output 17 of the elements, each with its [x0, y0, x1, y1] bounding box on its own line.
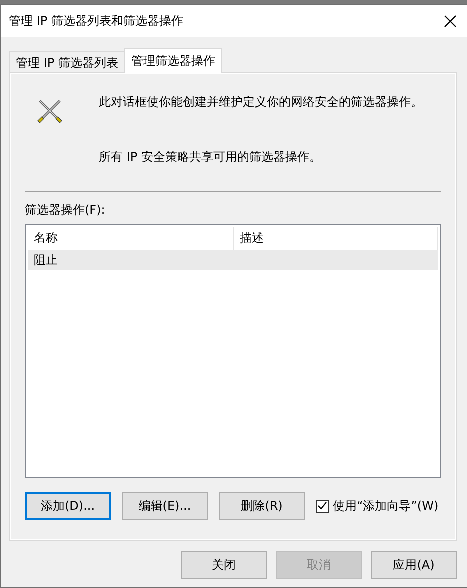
action-button[interactable]: 删除(R) [219, 492, 305, 520]
action-button[interactable]: 编辑(E)... [122, 492, 208, 520]
action-button[interactable]: 添加(D)... [25, 492, 111, 520]
window-title: 管理 IP 筛选器列表和筛选器操作 [9, 12, 184, 30]
tab[interactable]: 管理 IP 筛选器列表 [9, 51, 126, 72]
checkbox[interactable] [316, 500, 329, 512]
close-icon[interactable] [444, 14, 457, 28]
dialog-button[interactable]: 关闭 [181, 551, 267, 579]
dialog-button[interactable]: 应用(A) [371, 551, 457, 579]
tab[interactable]: 管理筛选器操作 [124, 48, 222, 73]
list-label: 筛选器操作(F): [25, 202, 106, 219]
list-row[interactable]: 阻止 [28, 250, 438, 270]
checkbox-label[interactable]: 使用“添加向导”(W) [333, 498, 439, 514]
table-cell: 阻止 [34, 252, 58, 268]
crossed-swords-icon [37, 98, 63, 124]
description-text: 所有 IP 安全策略共享可用的筛选器操作。 [99, 149, 322, 166]
description-text: 此对话框使你能创建并维护定义你的网络安全的筛选器操作。 [99, 94, 423, 111]
